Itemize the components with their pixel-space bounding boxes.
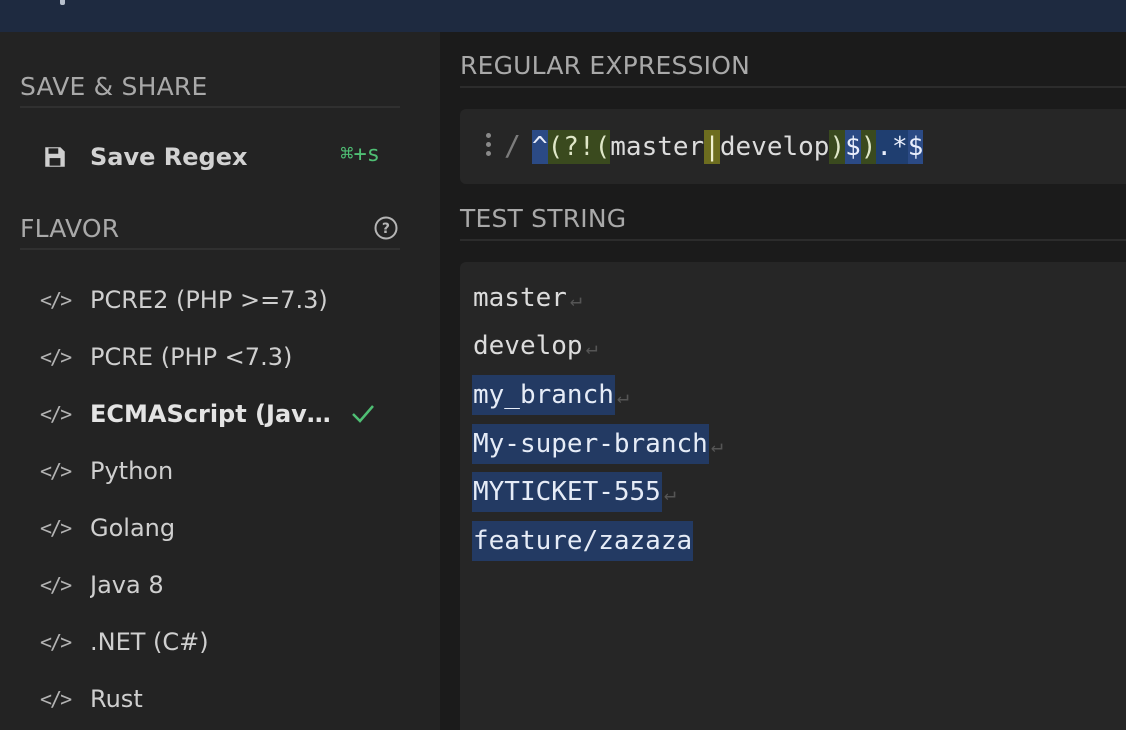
- flavor-label: Python: [90, 457, 174, 485]
- code-icon: </>: [40, 573, 72, 597]
- save-regex-label: Save Regex: [90, 143, 248, 171]
- flavor-label: PCRE2 (PHP >=7.3): [90, 286, 328, 314]
- test-line-text: develop: [473, 331, 583, 361]
- floppy-disk-icon: [45, 147, 65, 167]
- test-line-text: MYTICKET-555: [472, 472, 662, 512]
- regex-token: ): [860, 130, 877, 164]
- sidebar-divider: [440, 32, 442, 730]
- svg-text:?: ?: [382, 221, 390, 237]
- flavor-item[interactable]: </> PCRE (PHP <7.3): [40, 337, 400, 377]
- flavor-item[interactable]: </> PCRE2 (PHP >=7.3): [40, 280, 400, 320]
- code-icon: </>: [40, 345, 72, 369]
- code-icon: </>: [40, 516, 72, 540]
- save-share-header: SAVE & SHARE: [20, 72, 400, 108]
- regex-header: REGULAR EXPRESSION: [460, 50, 1126, 88]
- save-shortcut: ⌘+s: [340, 142, 380, 167]
- flavor-item[interactable]: </> ECMAScript (JavaScript): [40, 394, 400, 434]
- test-line: master ↵: [472, 278, 582, 318]
- flavor-item[interactable]: </> .NET (C#): [40, 622, 400, 662]
- code-icon: </>: [40, 459, 72, 483]
- test-line-text: feature/zazaza: [472, 521, 694, 561]
- regex-expression[interactable]: ^ (?!(master | develop) $) .* $: [532, 130, 924, 164]
- test-line-text: My-super-branch: [472, 424, 709, 464]
- newline-icon: ↵: [585, 335, 598, 359]
- regex-token: ^: [532, 130, 548, 164]
- regex-token: $: [907, 130, 924, 164]
- test-line-match: my_branch ↵: [472, 375, 629, 415]
- flavor-item[interactable]: </> Java 8: [40, 565, 400, 605]
- test-string-editor[interactable]: master ↵ develop ↵ my_branch ↵ My-super-branch…: [460, 262, 1126, 730]
- regex-token: $: [845, 130, 861, 164]
- code-icon: </>: [40, 687, 72, 711]
- code-icon: </>: [40, 288, 72, 312]
- newline-icon: ↵: [569, 287, 582, 311]
- flavor-label: Rust: [90, 685, 143, 713]
- test-line-text: my_branch: [472, 375, 615, 415]
- test-line-text: master: [473, 283, 567, 313]
- test-string-header: TEST STRING: [460, 203, 1126, 241]
- top-bar-glyph: [60, 0, 65, 5]
- regex-token: |: [704, 130, 720, 164]
- newline-icon: ↵: [710, 433, 723, 457]
- check-icon: [352, 405, 374, 423]
- question-circle-icon[interactable]: ?: [374, 216, 398, 240]
- test-line-match: My-super-branch ↵: [472, 424, 723, 464]
- flavor-label: Golang: [90, 514, 176, 542]
- code-icon: </>: [40, 402, 72, 426]
- regex-input[interactable]: / ^ (?!(master | develop) $) .* $: [460, 109, 1126, 184]
- save-regex-button[interactable]: Save Regex ⌘+s: [42, 136, 382, 178]
- top-bar: [0, 0, 1126, 32]
- drag-handle-icon[interactable]: [486, 133, 492, 159]
- regex-token: (: [594, 130, 611, 164]
- flavor-label: .NET (C#): [90, 628, 209, 656]
- flavor-label: ECMAScript (JavaScript): [90, 400, 336, 428]
- test-line: develop ↵: [472, 326, 598, 366]
- regex-token: master: [610, 132, 705, 162]
- regex-delimiter: /: [504, 129, 521, 162]
- flavor-header: FLAVOR ?: [20, 214, 400, 250]
- regex-token: ): [829, 130, 846, 164]
- regex-token: develop: [719, 132, 830, 162]
- flavor-item[interactable]: </> Python: [40, 451, 400, 491]
- flavor-item[interactable]: </> Rust: [40, 679, 400, 719]
- flavor-item[interactable]: </> Golang: [40, 508, 400, 548]
- test-line-match: MYTICKET-555 ↵: [472, 472, 676, 512]
- code-icon: </>: [40, 630, 72, 654]
- newline-icon: ↵: [663, 481, 676, 505]
- regex-token: .*: [876, 130, 908, 164]
- test-line-match: feature/zazaza: [472, 521, 694, 561]
- flavor-title: FLAVOR: [20, 214, 120, 243]
- regex-token: (?!: [547, 130, 595, 164]
- flavor-label: PCRE (PHP <7.3): [90, 343, 293, 371]
- flavor-label: Java 8: [90, 571, 164, 599]
- newline-icon: ↵: [616, 384, 629, 408]
